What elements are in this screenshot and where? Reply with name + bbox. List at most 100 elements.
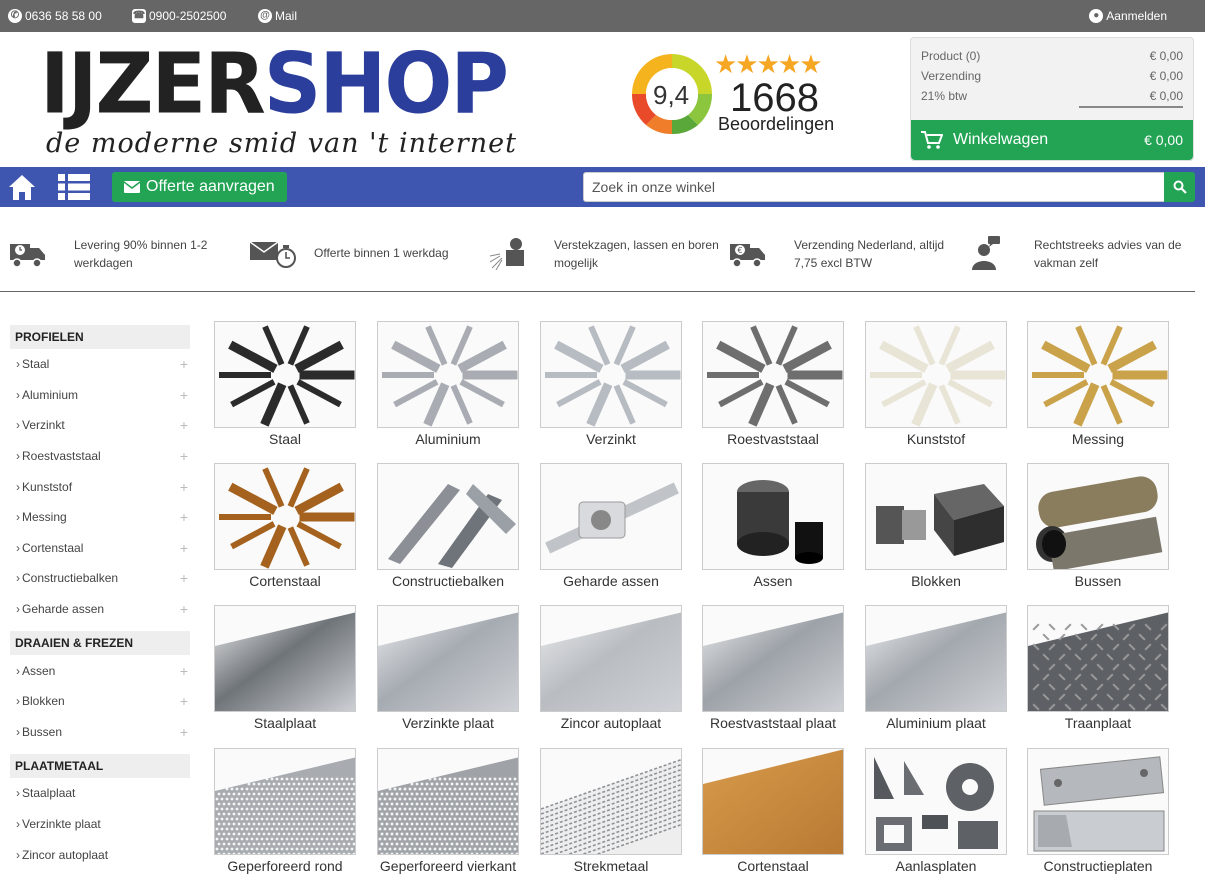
expand-plus-icon[interactable]: +	[180, 724, 188, 740]
product-category-label[interactable]: Aluminium	[377, 431, 519, 447]
product-image-frame[interactable]	[214, 748, 356, 855]
product-category-label[interactable]: Geperforeerd rond	[214, 858, 356, 874]
sidebar-group-title[interactable]: PLAATMETAAL	[10, 754, 190, 779]
product-image-frame[interactable]	[377, 463, 519, 570]
product-category-label[interactable]: Aanlasplaten	[865, 858, 1007, 874]
product-category-label[interactable]: Strekmetaal	[540, 858, 682, 874]
product-category-card[interactable]: Geperforeerd vierkant	[377, 748, 519, 874]
product-image-frame[interactable]	[865, 463, 1007, 570]
product-category-label[interactable]: Roestvaststaal plaat	[702, 715, 844, 731]
mail-link[interactable]: @ Mail	[258, 9, 297, 23]
sidebar-item[interactable]: › Aluminium +	[10, 380, 190, 411]
product-image-frame[interactable]	[702, 463, 844, 570]
expand-plus-icon[interactable]: +	[180, 448, 188, 464]
product-category-label[interactable]: Verzinkt	[540, 431, 682, 447]
expand-plus-icon[interactable]: +	[180, 479, 188, 495]
sidebar-item[interactable]: › Messing +	[10, 502, 190, 533]
expand-plus-icon[interactable]: +	[180, 693, 188, 709]
product-image-frame[interactable]	[540, 321, 682, 428]
sidebar-group-title[interactable]: PROFIELEN	[10, 325, 190, 349]
search-button[interactable]	[1164, 172, 1195, 202]
product-category-card[interactable]: Verzinkte plaat	[377, 605, 519, 731]
product-image-frame[interactable]	[214, 321, 356, 428]
sidebar-item[interactable]: › Roestvaststaal +	[10, 441, 190, 472]
product-category-label[interactable]: Aluminium plaat	[865, 715, 1007, 731]
phone-link[interactable]: ☎ 0900-2502500	[132, 9, 226, 23]
sidebar-item[interactable]: › Bussen +	[10, 717, 190, 748]
cart-button[interactable]: Winkelwagen € 0,00	[911, 120, 1193, 160]
product-category-card[interactable]: Cortenstaal	[214, 463, 356, 589]
product-category-card[interactable]: Assen	[702, 463, 844, 589]
expand-plus-icon[interactable]: +	[180, 417, 188, 433]
sidebar-item[interactable]: › Zincor autoplaat	[10, 839, 190, 870]
request-quote-button[interactable]: Offerte aanvragen	[112, 172, 287, 202]
product-category-label[interactable]: Staal	[214, 431, 356, 447]
product-image-frame[interactable]	[1027, 605, 1169, 712]
expand-plus-icon[interactable]: +	[180, 663, 188, 679]
product-image-frame[interactable]	[1027, 321, 1169, 428]
sidebar-item[interactable]: › Kunststof +	[10, 471, 190, 502]
expand-plus-icon[interactable]: +	[180, 509, 188, 525]
expand-plus-icon[interactable]: +	[180, 601, 188, 617]
product-category-label[interactable]: Blokken	[865, 573, 1007, 589]
product-category-card[interactable]: Staalplaat	[214, 605, 356, 731]
sidebar-item[interactable]: › Staalplaat	[10, 778, 190, 809]
product-image-frame[interactable]	[540, 605, 682, 712]
product-category-label[interactable]: Geperforeerd vierkant	[377, 858, 519, 874]
product-category-card[interactable]: Kunststof	[865, 321, 1007, 447]
product-category-card[interactable]: Constructiebalken	[377, 463, 519, 589]
product-image-frame[interactable]	[377, 748, 519, 855]
product-image-frame[interactable]	[702, 748, 844, 855]
search-input[interactable]	[583, 172, 1165, 202]
product-image-frame[interactable]	[377, 321, 519, 428]
product-category-label[interactable]: Kunststof	[865, 431, 1007, 447]
product-category-card[interactable]: Messing	[1027, 321, 1169, 447]
product-category-label[interactable]: Constructiebalken	[377, 573, 519, 589]
expand-plus-icon[interactable]: +	[180, 570, 188, 586]
product-category-label[interactable]: Zincor autoplaat	[540, 715, 682, 731]
product-image-frame[interactable]	[865, 748, 1007, 855]
product-category-label[interactable]: Cortenstaal	[702, 858, 844, 874]
sidebar-item[interactable]: › Blokken +	[10, 686, 190, 717]
product-image-frame[interactable]	[214, 605, 356, 712]
product-category-card[interactable]: Aluminium plaat	[865, 605, 1007, 731]
expand-plus-icon[interactable]: +	[180, 387, 188, 403]
product-image-frame[interactable]	[540, 748, 682, 855]
product-category-card[interactable]: Cortenstaal	[702, 748, 844, 874]
sidebar-item[interactable]: › Staal +	[10, 349, 190, 380]
product-category-card[interactable]: Roestvaststaal plaat	[702, 605, 844, 731]
product-image-frame[interactable]	[214, 463, 356, 570]
expand-plus-icon[interactable]: +	[180, 540, 188, 556]
sidebar-group-title[interactable]: DRAAIEN & FREZEN	[10, 631, 190, 656]
sidebar-item[interactable]: › Constructiebalken +	[10, 563, 190, 594]
product-image-frame[interactable]	[377, 605, 519, 712]
product-category-card[interactable]: Traanplaat	[1027, 605, 1169, 731]
product-category-card[interactable]: Bussen	[1027, 463, 1169, 589]
product-image-frame[interactable]	[1027, 748, 1169, 855]
product-category-card[interactable]: Staal	[214, 321, 356, 447]
category-list-icon[interactable]	[58, 174, 90, 200]
product-category-label[interactable]: Constructieplaten	[1027, 858, 1169, 874]
sidebar-item[interactable]: › Verzinkt +	[10, 410, 190, 441]
product-image-frame[interactable]	[540, 463, 682, 570]
expand-plus-icon[interactable]: +	[180, 356, 188, 372]
sidebar-item[interactable]: › Verzinkte plaat	[10, 809, 190, 840]
product-category-label[interactable]: Messing	[1027, 431, 1169, 447]
product-category-card[interactable]: Verzinkt	[540, 321, 682, 447]
product-category-card[interactable]: Aluminium	[377, 321, 519, 447]
product-category-label[interactable]: Bussen	[1027, 573, 1169, 589]
product-category-label[interactable]: Assen	[702, 573, 844, 589]
product-category-label[interactable]: Cortenstaal	[214, 573, 356, 589]
home-icon[interactable]	[8, 173, 36, 201]
site-logo[interactable]: IJZERSHOP de moderne smid van 't interne…	[40, 41, 560, 162]
whatsapp-link[interactable]: ✆ 0636 58 58 00	[8, 9, 102, 23]
sidebar-item[interactable]: › Cortenstaal +	[10, 533, 190, 564]
product-image-frame[interactable]	[865, 321, 1007, 428]
product-category-card[interactable]: Geharde assen	[540, 463, 682, 589]
product-category-card[interactable]: Roestvaststaal	[702, 321, 844, 447]
product-category-card[interactable]: Geperforeerd rond	[214, 748, 356, 874]
login-link[interactable]: ● Aanmelden	[1089, 9, 1167, 23]
review-rating[interactable]: 9,4 ★★★★★ 1668 Beoordelingen	[626, 46, 846, 146]
product-image-frame[interactable]	[1027, 463, 1169, 570]
product-image-frame[interactable]	[702, 321, 844, 428]
